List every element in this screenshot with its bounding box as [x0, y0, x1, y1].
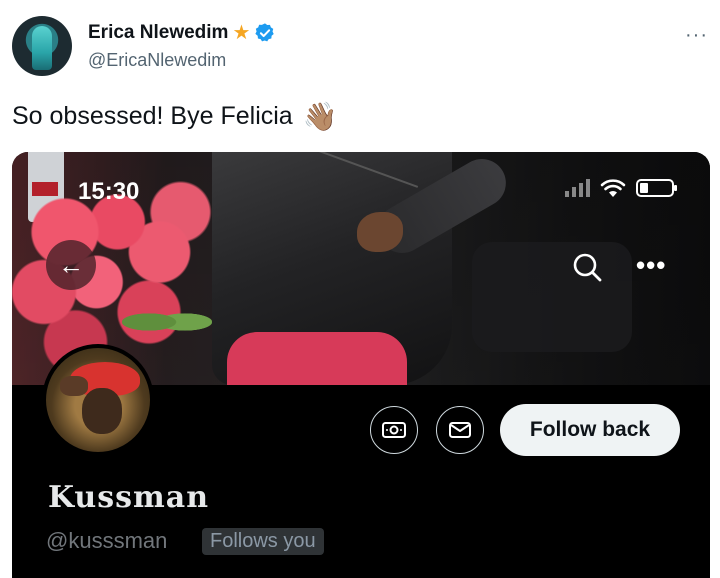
more-options-button[interactable]: ··· — [685, 24, 708, 47]
author-name-row: Erica Nlewedim ★ — [88, 22, 276, 44]
envelope-icon — [449, 422, 471, 438]
tweet-text-content: So obsessed! Bye Felicia — [12, 102, 293, 130]
message-button[interactable] — [436, 406, 484, 454]
status-bar-icons — [565, 178, 677, 198]
author-avatar[interactable] — [12, 16, 72, 76]
profile-avatar[interactable] — [42, 344, 154, 456]
wifi-icon — [600, 179, 626, 197]
avatar-hand — [60, 376, 88, 396]
profile-display-name: Kussman — [48, 480, 209, 515]
battery-fill — [640, 183, 648, 193]
author-display-name[interactable]: Erica Nlewedim — [88, 22, 228, 44]
jacket-seam — [285, 152, 419, 188]
signal-icon — [565, 179, 590, 197]
profile-more-button[interactable]: ••• — [636, 250, 666, 281]
money-icon — [382, 422, 406, 438]
tweet-text: So obsessed! Bye Felicia 👋🏽 — [12, 102, 338, 131]
avatar-figure — [32, 26, 52, 70]
back-button[interactable]: ← — [46, 240, 96, 290]
author-handle[interactable]: @EricaNlewedim — [88, 50, 226, 71]
rose-leaves — [122, 302, 212, 342]
search-icon[interactable] — [568, 248, 608, 288]
follows-you-badge: Follows you — [202, 528, 324, 555]
tweet-media-image[interactable]: 15:30 ← ••• Follow back Kussman @kusssma… — [12, 152, 710, 578]
money-button[interactable] — [370, 406, 418, 454]
verified-icon — [255, 23, 275, 42]
hand — [357, 212, 403, 252]
status-bar-time: 15:30 — [78, 178, 140, 205]
face — [82, 388, 122, 434]
waving-hand-icon: 👋🏽 — [302, 100, 338, 132]
battery-icon — [636, 179, 677, 197]
background-car — [472, 242, 632, 352]
star-icon: ★ — [232, 22, 251, 44]
red-pants — [227, 332, 407, 385]
profile-handle: @kusssman — [46, 528, 168, 553]
tweet-header: Erica Nlewedim ★ @EricaNlewedim ··· — [12, 14, 708, 84]
follow-back-button[interactable]: Follow back — [500, 404, 680, 456]
